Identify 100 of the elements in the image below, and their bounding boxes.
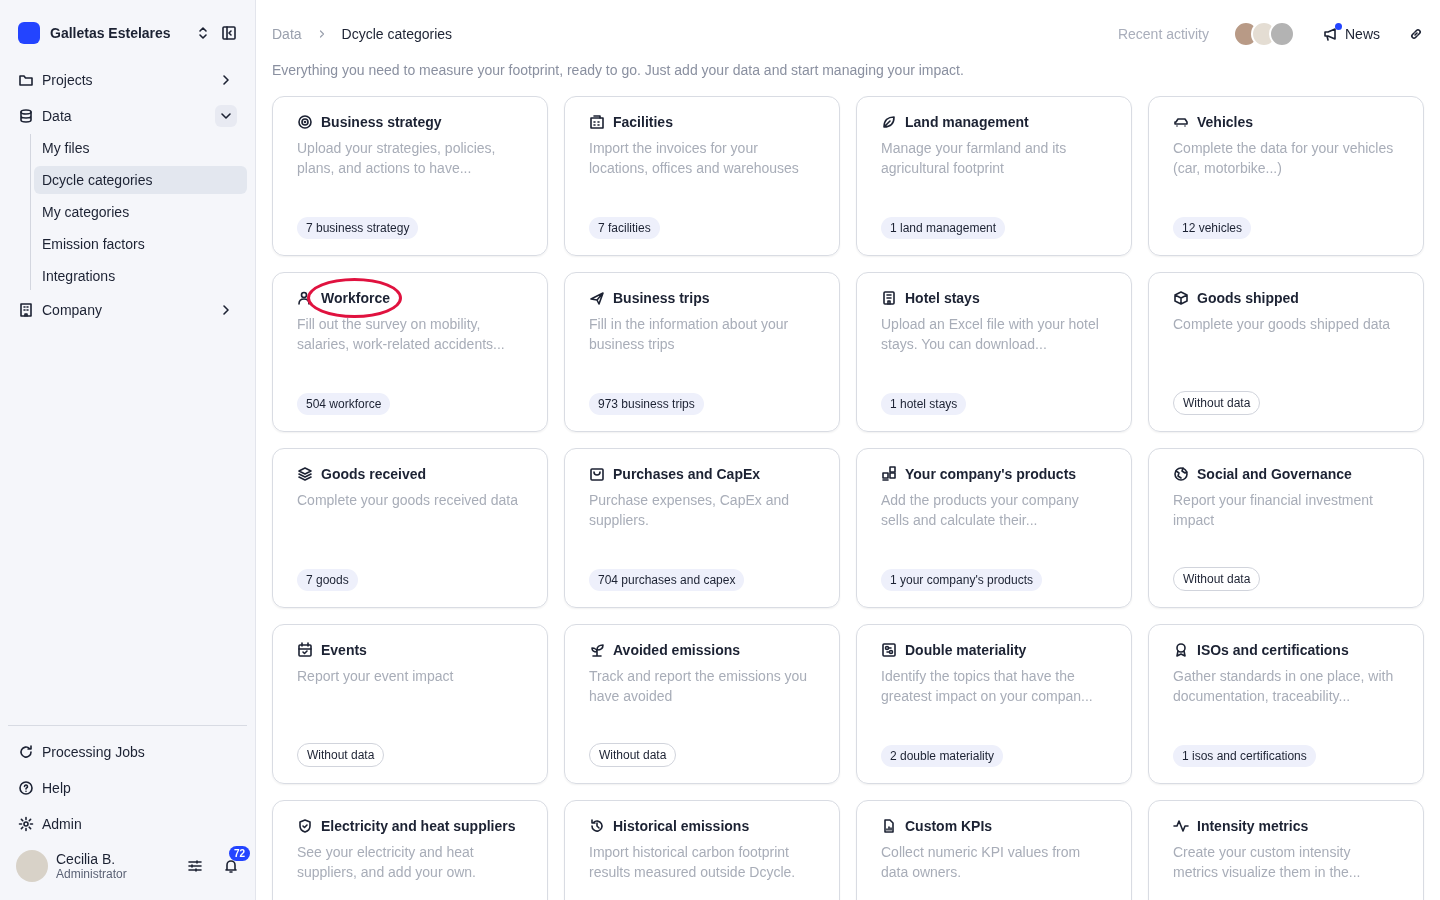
card-title: Custom KPIs — [905, 818, 993, 834]
category-card[interactable]: Double materiality Identify the topics that have the greatest impact on your compan... 2 double materiality — [856, 624, 1132, 784]
category-card[interactable]: Events Report your event impact Without data — [272, 624, 548, 784]
card-title: Business trips — [613, 290, 710, 306]
count-tag: 7 business strategy — [297, 217, 419, 239]
card-title: Workforce — [321, 290, 390, 306]
count-tag: 504 workforce — [297, 393, 391, 415]
history-icon — [589, 818, 605, 834]
no-data-tag: Without data — [1173, 567, 1261, 591]
card-description: See your electricity and heat suppliers, and add your own. — [297, 843, 477, 882]
card-description: Fill out the survey on mobility, salaries, work-related accidents... — [297, 315, 506, 354]
news-button[interactable]: News — [1323, 26, 1380, 42]
card-title: Your company's products — [905, 466, 1077, 482]
sidebar-item[interactable]: Emission factors — [34, 230, 247, 258]
box-icon — [1173, 290, 1189, 306]
nav-item[interactable]: Projects — [8, 66, 247, 94]
category-card[interactable]: Avoided emissions Track and report the emissions you have avoided Without data — [564, 624, 840, 784]
folder-icon — [18, 72, 34, 88]
chart-icon — [881, 642, 897, 658]
count-tag: 12 vehicles — [1173, 217, 1252, 239]
category-card[interactable]: Electricity and heat suppliers See your electricity and heat suppliers, and add your own. — [272, 800, 548, 900]
nav-item[interactable]: Admin — [8, 810, 247, 838]
ribbon-icon — [1173, 642, 1189, 658]
category-card[interactable]: Hotel stays Upload an Excel file with your hotel stays. You can download... 1 hotel stays — [856, 272, 1132, 432]
avatar-group[interactable] — [1233, 21, 1295, 47]
link-icon[interactable] — [1408, 26, 1424, 42]
card-title: Electricity and heat suppliers — [321, 818, 516, 834]
sidebar-item[interactable]: Integrations — [34, 262, 247, 290]
category-card[interactable]: Business strategy Upload your strategies, policies, plans, and actions to have... 7 business strategy — [272, 96, 548, 256]
card-description: Import historical carbon footprint results measured outside Dcycle. — [589, 843, 797, 882]
card-description: Import the invoices for your locations, offices and warehouses — [589, 139, 800, 178]
no-data-tag: Without data — [1173, 391, 1261, 415]
nav-item[interactable]: Company — [8, 296, 247, 324]
category-card[interactable]: Business trips Fill in the information about your business trips 973 business trips — [564, 272, 840, 432]
category-card[interactable]: Vehicles Complete the data for your vehicles (car, motorbike...) 12 vehicles — [1148, 96, 1424, 256]
chevron-icon[interactable] — [215, 105, 237, 127]
card-description: Add the products your company sells and calculate their... — [881, 491, 1080, 530]
no-data-tag: Without data — [297, 743, 385, 767]
building-icon — [18, 302, 34, 318]
category-card[interactable]: Historical emissions Import historical carbon footprint results measured outside Dcycle. — [564, 800, 840, 900]
grid-icon — [881, 466, 897, 482]
card-description: Upload an Excel file with your hotel stays. You can download... — [881, 315, 1100, 354]
category-card[interactable]: Facilities Import the invoices for your locations, offices and warehouses 7 facilities — [564, 96, 840, 256]
sidebar-item[interactable]: My categories — [34, 198, 247, 226]
card-title: Events — [321, 642, 367, 658]
count-tag: 7 facilities — [589, 217, 660, 239]
collapse-sidebar-icon[interactable] — [221, 25, 237, 41]
nav-item[interactable]: Processing Jobs — [8, 738, 247, 766]
category-card[interactable]: Social and Governance Report your financial investment impact Without data — [1148, 448, 1424, 608]
card-title: ISOs and certifications — [1197, 642, 1349, 658]
count-tag: 1 isos and certifications — [1173, 745, 1316, 767]
category-card[interactable]: Land management Manage your farmland and its agricultural footprint 1 land management — [856, 96, 1132, 256]
megaphone-icon — [1323, 26, 1339, 42]
card-title: Business strategy — [321, 114, 442, 130]
org-name: Galletas Estelares — [50, 25, 172, 41]
sprout-icon — [589, 642, 605, 658]
category-card[interactable]: Goods received Complete your goods received data 7 goods — [272, 448, 548, 608]
sliders-icon[interactable] — [187, 858, 203, 874]
category-card[interactable]: Workforce Fill out the survey on mobility, salaries, work-related accidents... 504 workforce — [272, 272, 548, 432]
card-description: Fill in the information about your business trips — [589, 315, 790, 354]
notification-count: 72 — [229, 846, 251, 861]
help-icon — [18, 780, 34, 796]
target-icon — [297, 114, 313, 130]
leaf-icon — [881, 114, 897, 130]
nav-item[interactable]: Help — [8, 774, 247, 802]
card-title: Purchases and CapEx — [613, 466, 761, 482]
category-card[interactable]: ISOs and certifications Gather standards in one place, with documentation, traceability... 1 isos and certifications — [1148, 624, 1424, 784]
count-tag: 7 goods — [297, 569, 358, 591]
category-card[interactable]: Intensity metrics Create your custom intensity metrics visualize them in the... — [1148, 800, 1424, 900]
sidebar-item[interactable]: Dcycle categories — [34, 166, 247, 194]
card-title: Goods shipped — [1197, 290, 1299, 306]
settings-icon — [18, 816, 34, 832]
plane-icon — [589, 290, 605, 306]
card-title: Social and Governance — [1197, 466, 1352, 482]
pulse-icon — [1173, 818, 1189, 834]
count-tag: 1 hotel stays — [881, 393, 967, 415]
card-title: Land management — [905, 114, 1029, 130]
card-description: Complete your goods shipped data — [1173, 315, 1392, 334]
no-data-tag: Without data — [589, 743, 677, 767]
card-title: Facilities — [613, 114, 673, 130]
globe-icon — [1173, 466, 1189, 482]
card-title: Vehicles — [1197, 114, 1254, 130]
sidebar-item[interactable]: My files — [34, 134, 247, 162]
category-card[interactable]: Goods shipped Complete your goods shipped data Without data — [1148, 272, 1424, 432]
user-role: Administrator — [56, 867, 128, 881]
count-tag: 1 land management — [881, 217, 1006, 239]
category-card[interactable]: Your company's products Add the products your company sells and calculate their... 1 your company's products — [856, 448, 1132, 608]
count-tag: 704 purchases and capex — [589, 569, 745, 591]
building-icon — [589, 114, 605, 130]
card-title: Historical emissions — [613, 818, 750, 834]
boxes-icon — [297, 466, 313, 482]
category-card[interactable]: Purchases and CapEx Purchase expenses, CapEx and suppliers. 704 purchases and capex — [564, 448, 840, 608]
card-description: Report your event impact — [297, 667, 455, 686]
card-description: Purchase expenses, CapEx and suppliers. — [589, 491, 790, 530]
nav-item[interactable]: Data — [8, 102, 247, 130]
card-description: Track and report the emissions you have avoided — [589, 667, 809, 706]
notifications-icon[interactable] — [223, 858, 239, 874]
category-card[interactable]: Custom KPIs Collect numeric KPI values from data owners. — [856, 800, 1132, 900]
card-title: Avoided emissions — [613, 642, 741, 658]
card-description: Gather standards in one place, with documentation, traceability... — [1173, 667, 1395, 706]
